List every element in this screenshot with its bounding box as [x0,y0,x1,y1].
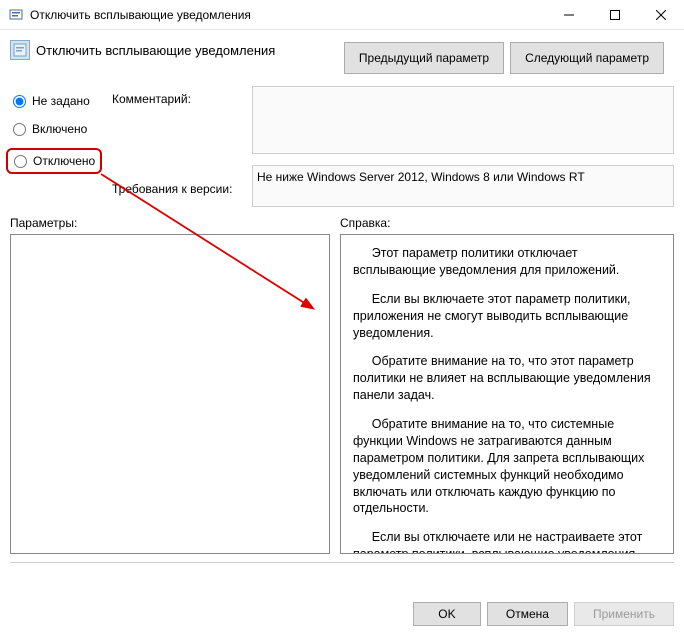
ok-button[interactable]: OK [413,602,481,626]
requirements-label: Требования к версии: [112,182,242,196]
maximize-button[interactable] [592,0,638,30]
radio-enabled-input[interactable] [13,123,26,136]
policy-icon [10,40,30,60]
radio-enabled[interactable]: Включено [10,120,102,138]
app-icon [8,7,24,23]
header-row: Отключить всплывающие уведомления Предыд… [0,30,684,80]
next-setting-button[interactable]: Следующий параметр [510,42,664,74]
help-paragraph: Обратите внимание на то, что этот параме… [353,353,661,404]
titlebar: Отключить всплывающие уведомления [0,0,684,30]
help-paragraph: Если вы отключаете или не настраиваете э… [353,529,661,554]
comment-label: Комментарий: [112,92,242,106]
radio-not-configured-label: Не задано [32,94,90,108]
radio-enabled-label: Включено [32,122,87,136]
footer-buttons: OK Отмена Применить [413,602,674,626]
help-paragraph: Обратите внимание на то, что системные ф… [353,416,661,517]
params-box [10,234,330,554]
close-button[interactable] [638,0,684,30]
radio-not-configured-input[interactable] [13,95,26,108]
radio-disabled-label: Отключено [33,154,95,168]
help-paragraph: Этот параметр политики отключает всплыва… [353,245,661,279]
window-title: Отключить всплывающие уведомления [30,8,546,22]
minimize-button[interactable] [546,0,592,30]
footer-divider [10,562,674,563]
radio-disabled-input[interactable] [14,155,27,168]
radio-disabled[interactable]: Отключено [6,148,102,174]
help-box: Этот параметр политики отключает всплыва… [340,234,674,554]
apply-button[interactable]: Применить [574,602,674,626]
prev-setting-button[interactable]: Предыдущий параметр [344,42,504,74]
help-label: Справка: [340,216,674,230]
policy-title: Отключить всплывающие уведомления [36,43,275,58]
radio-not-configured[interactable]: Не задано [10,92,102,110]
cancel-button[interactable]: Отмена [487,602,568,626]
requirements-textarea [252,165,674,207]
comment-textarea[interactable] [252,86,674,154]
help-paragraph: Если вы включаете этот параметр политики… [353,291,661,342]
params-label: Параметры: [10,216,330,230]
